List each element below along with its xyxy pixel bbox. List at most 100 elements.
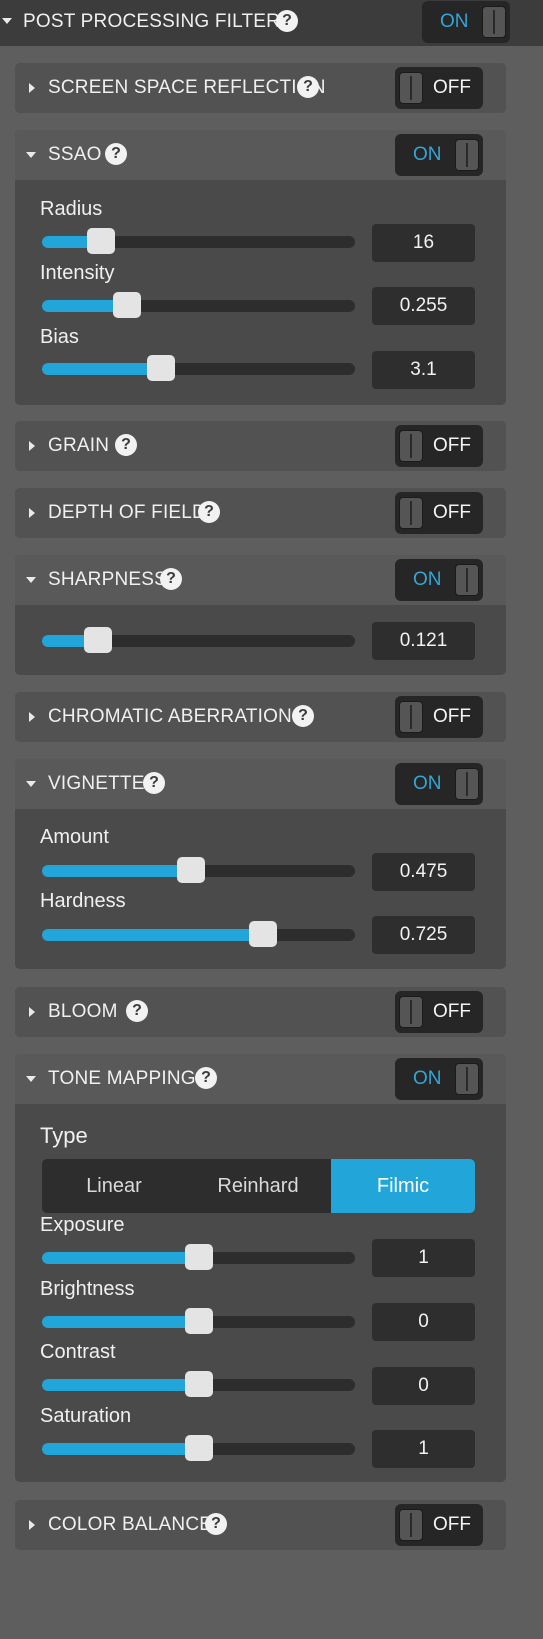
panel-sharpness: SHARPNESS ? ON 0.121 — [15, 555, 506, 675]
panel-header-ssao[interactable]: SSAO ? ON — [15, 130, 506, 180]
panel-header-color-balance[interactable]: COLOR BALANCE ? OFF — [15, 1500, 506, 1550]
panel-title: SHARPNESS — [48, 569, 168, 590]
tone-type-linear[interactable]: Linear — [42, 1159, 186, 1213]
panel-header-depth-of-field[interactable]: DEPTH OF FIELD ? OFF — [15, 488, 506, 538]
expand-caret-icon[interactable] — [29, 1007, 35, 1017]
sharpness-slider[interactable] — [42, 627, 355, 653]
saturation-value[interactable]: 1 — [372, 1430, 475, 1468]
intensity-slider[interactable] — [42, 292, 355, 318]
slider-thumb[interactable] — [185, 1435, 213, 1461]
panel-title: DEPTH OF FIELD — [48, 502, 206, 523]
help-icon[interactable]: ? — [126, 1000, 148, 1022]
type-label: Type — [40, 1123, 88, 1148]
intensity-value[interactable]: 0.255 — [372, 287, 475, 325]
tone-type-reinhard[interactable]: Reinhard — [186, 1159, 330, 1213]
tone-type-filmic[interactable]: Filmic — [331, 1159, 475, 1213]
grain-toggle[interactable]: OFF — [395, 425, 483, 467]
depth-of-field-toggle[interactable]: OFF — [395, 492, 483, 534]
expand-caret-icon[interactable] — [29, 712, 35, 722]
post-processing-title: POST PROCESSING FILTERS — [23, 11, 293, 32]
expand-caret-icon[interactable] — [29, 1520, 35, 1530]
expand-caret-icon[interactable] — [29, 441, 35, 451]
panel-header-screen-space-reflection[interactable]: SCREEN SPACE REFLECTION ? OFF — [15, 63, 506, 113]
help-icon[interactable]: ? — [160, 568, 182, 590]
help-icon[interactable]: ? — [276, 10, 298, 32]
color-balance-toggle[interactable]: OFF — [395, 1504, 483, 1546]
slider-thumb[interactable] — [185, 1244, 213, 1270]
collapse-caret-icon[interactable] — [26, 577, 36, 583]
saturation-slider[interactable] — [42, 1435, 355, 1461]
radius-slider[interactable] — [42, 228, 355, 254]
brightness-value[interactable]: 0 — [372, 1303, 475, 1341]
post-processing-toggle[interactable]: ON — [422, 1, 510, 43]
panel-header-grain[interactable]: GRAIN ? OFF — [15, 421, 506, 471]
slider-thumb[interactable] — [249, 921, 277, 947]
panel-grain: GRAIN ? OFF — [15, 421, 506, 471]
contrast-value[interactable]: 0 — [372, 1367, 475, 1405]
panel-header-tone-mapping[interactable]: TONE MAPPING ? ON — [15, 1054, 506, 1104]
exposure-value[interactable]: 1 — [372, 1239, 475, 1277]
help-icon[interactable]: ? — [292, 705, 314, 727]
slider-thumb[interactable] — [185, 1308, 213, 1334]
panel-screen-space-reflection: SCREEN SPACE REFLECTION ? OFF — [15, 63, 506, 113]
tone-mapping-toggle[interactable]: ON — [395, 1058, 483, 1100]
panel-body-vignette: Amount 0.475 Hardness 0.725 — [15, 809, 506, 969]
expand-caret-icon[interactable] — [29, 508, 35, 518]
collapse-caret-icon[interactable] — [26, 1076, 36, 1082]
chromatic-aberrations-toggle[interactable]: OFF — [395, 696, 483, 738]
exposure-slider[interactable] — [42, 1244, 355, 1270]
sharpness-value[interactable]: 0.121 — [372, 622, 475, 660]
slider-thumb[interactable] — [185, 1371, 213, 1397]
help-icon[interactable]: ? — [143, 772, 165, 794]
bias-slider[interactable] — [42, 355, 355, 381]
help-icon[interactable]: ? — [195, 1067, 217, 1089]
slider-fill — [42, 1379, 199, 1391]
bloom-toggle[interactable]: OFF — [395, 991, 483, 1033]
slider-thumb[interactable] — [113, 292, 141, 318]
panel-header-vignette[interactable]: VIGNETTE ? ON — [15, 759, 506, 809]
slider-thumb[interactable] — [177, 857, 205, 883]
radius-value[interactable]: 16 — [372, 224, 475, 262]
panel-header-bloom[interactable]: BLOOM ? OFF — [15, 987, 506, 1037]
panel-title: GRAIN — [48, 435, 110, 456]
brightness-label: Brightness — [40, 1278, 135, 1300]
toggle-label: OFF — [433, 77, 471, 98]
slider-thumb[interactable] — [84, 627, 112, 653]
help-icon[interactable]: ? — [105, 143, 127, 165]
bias-value[interactable]: 3.1 — [372, 351, 475, 389]
amount-slider[interactable] — [42, 857, 355, 883]
hardness-slider[interactable] — [42, 921, 355, 947]
contrast-slider[interactable] — [42, 1371, 355, 1397]
screen-space-reflection-toggle[interactable]: OFF — [395, 67, 483, 109]
help-icon[interactable]: ? — [115, 434, 137, 456]
help-icon[interactable]: ? — [297, 76, 319, 98]
intensity-label: Intensity — [40, 262, 115, 284]
expand-caret-icon[interactable] — [29, 83, 35, 93]
panel-header-chromatic-aberrations[interactable]: CHROMATIC ABERRATIONS ? OFF — [15, 692, 506, 742]
post-processing-header[interactable]: POST PROCESSING FILTERS ? ON — [0, 0, 543, 46]
sharpness-toggle[interactable]: ON — [395, 559, 483, 601]
slider-thumb[interactable] — [87, 228, 115, 254]
ssao-toggle[interactable]: ON — [395, 134, 483, 176]
toggle-knob — [399, 701, 423, 733]
panel-title: CHROMATIC ABERRATIONS — [48, 706, 305, 727]
slider-thumb[interactable] — [147, 355, 175, 381]
toggle-knob — [455, 1063, 479, 1095]
panel-header-sharpness[interactable]: SHARPNESS ? ON — [15, 555, 506, 605]
help-icon[interactable]: ? — [198, 501, 220, 523]
post-processing-inspector: POST PROCESSING FILTERS ? ON SCREEN SPAC… — [0, 0, 543, 1639]
help-icon[interactable]: ? — [205, 1513, 227, 1535]
amount-value[interactable]: 0.475 — [372, 853, 475, 891]
vignette-toggle[interactable]: ON — [395, 763, 483, 805]
collapse-caret-icon[interactable] — [26, 152, 36, 158]
collapse-caret-icon[interactable] — [2, 18, 12, 24]
brightness-slider[interactable] — [42, 1308, 355, 1334]
toggle-knob — [399, 497, 423, 529]
hardness-value[interactable]: 0.725 — [372, 916, 475, 954]
panel-title: SCREEN SPACE REFLECTION — [48, 77, 326, 98]
slider-fill — [42, 865, 191, 877]
toggle-knob — [399, 996, 423, 1028]
saturation-label: Saturation — [40, 1405, 132, 1427]
panel-title: BLOOM — [48, 1001, 118, 1022]
collapse-caret-icon[interactable] — [26, 781, 36, 787]
